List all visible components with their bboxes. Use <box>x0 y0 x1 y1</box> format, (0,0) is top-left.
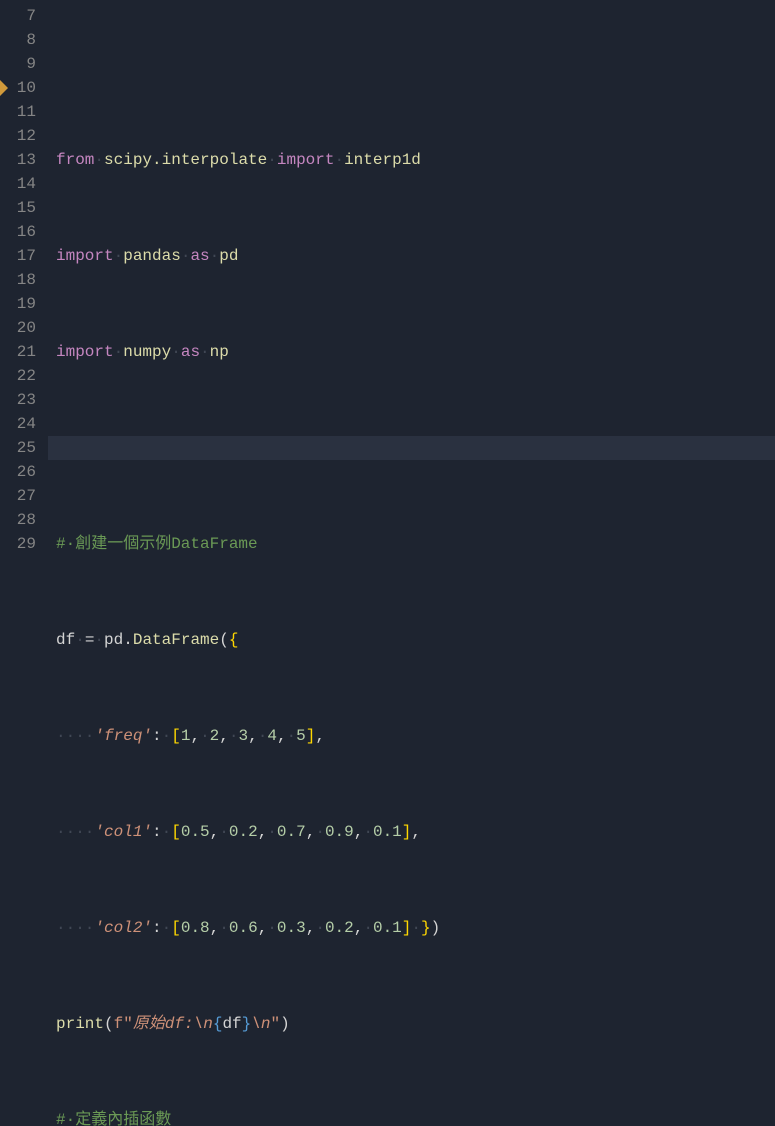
line-number: 18 <box>8 268 36 292</box>
string-key: 'freq' <box>94 727 152 745</box>
code-line-14[interactable]: ····'freq':·[1,·2,·3,·4,·5], <box>48 724 775 748</box>
code-line-10[interactable]: import·numpy·as·np <box>48 340 775 364</box>
variable: df <box>56 631 75 649</box>
line-number: 22 <box>8 364 36 388</box>
keyword-as: as <box>190 247 209 265</box>
line-number: 13 <box>8 148 36 172</box>
keyword-import: import <box>56 247 114 265</box>
line-number-gutter: 7 8 9 10 11 12 13 14 15 16 17 18 19 20 2… <box>0 0 48 563</box>
keyword-as: as <box>181 343 200 361</box>
string-key: 'col2' <box>94 919 152 937</box>
code-editor[interactable]: 7 8 9 10 11 12 13 14 15 16 17 18 19 20 2… <box>0 0 775 563</box>
line-number: 29 <box>8 532 36 556</box>
keyword-from: from <box>56 151 94 169</box>
keyword-import: import <box>56 343 114 361</box>
alias-name: np <box>210 343 229 361</box>
line-number: 15 <box>8 196 36 220</box>
line-number: 26 <box>8 460 36 484</box>
keyword-import: import <box>277 151 335 169</box>
line-number: 20 <box>8 316 36 340</box>
module-name: pandas <box>123 247 181 265</box>
line-number: 23 <box>8 388 36 412</box>
code-line-12[interactable]: #·創建一個示例DataFrame <box>48 532 775 556</box>
code-line-15[interactable]: ····'col1':·[0.5,·0.2,·0.7,·0.9,·0.1], <box>48 820 775 844</box>
line-number: 9 <box>8 52 36 76</box>
line-number: 27 <box>8 484 36 508</box>
function-call: DataFrame <box>133 631 219 649</box>
line-number: 21 <box>8 340 36 364</box>
code-area[interactable]: from·scipy.interpolate·import·interp1d i… <box>48 0 775 563</box>
warning-icon <box>0 80 8 96</box>
module-name: scipy.interpolate <box>104 151 267 169</box>
code-line-8[interactable]: from·scipy.interpolate·import·interp1d <box>48 148 775 172</box>
alias-name: pd <box>219 247 238 265</box>
code-line-16[interactable]: ····'col2':·[0.8,·0.6,·0.3,·0.2,·0.1]·}) <box>48 916 775 940</box>
string-key: 'col1' <box>94 823 152 841</box>
module-name: numpy <box>123 343 171 361</box>
line-number: 11 <box>8 100 36 124</box>
line-number: 28 <box>8 508 36 532</box>
line-number: 8 <box>8 28 36 52</box>
builtin-print: print <box>56 1015 104 1033</box>
comment: #·定義內插函數 <box>56 1111 171 1126</box>
code-line-18[interactable]: #·定義內插函數 <box>48 1108 775 1126</box>
line-number: 19 <box>8 292 36 316</box>
line-number: 7 <box>8 4 36 28</box>
code-line-11-current[interactable] <box>48 436 775 460</box>
line-number: 14 <box>8 172 36 196</box>
code-line-13[interactable]: df·=·pd.DataFrame({ <box>48 628 775 652</box>
line-number: 12 <box>8 124 36 148</box>
line-number: 24 <box>8 412 36 436</box>
line-number: 17 <box>8 244 36 268</box>
code-line-9[interactable]: import·pandas·as·pd <box>48 244 775 268</box>
code-line-7[interactable] <box>48 52 775 76</box>
code-line-17[interactable]: print(f"原始df:\n{df}\n") <box>48 1012 775 1036</box>
line-number: 25 <box>8 436 36 460</box>
line-number: 16 <box>8 220 36 244</box>
imported-name: interp1d <box>344 151 421 169</box>
comment: #·創建一個示例DataFrame <box>56 535 258 553</box>
line-number: 10 <box>8 76 36 100</box>
